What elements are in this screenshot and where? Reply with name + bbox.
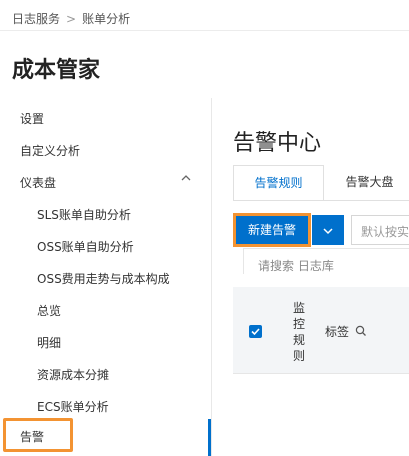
sidebar-item-dashboard[interactable]: 仪表盘: [0, 166, 205, 196]
header-divider: [0, 30, 409, 31]
sidebar-item-label: OSS费用走势与成本构成: [37, 272, 170, 286]
column-char: 规: [292, 333, 305, 347]
search-icon[interactable]: [355, 325, 367, 340]
sidebar-item-label: 设置: [20, 112, 45, 126]
sidebar-item-oss-bill[interactable]: OSS账单自助分析: [0, 230, 205, 260]
page-title: 告警中心: [233, 131, 322, 156]
sidebar-item-label: SLS账单自助分析: [37, 208, 131, 222]
column-char: 控: [292, 317, 305, 331]
tab-underline: [233, 200, 409, 201]
sidebar-alert-highlight: [3, 418, 73, 452]
check-icon: [251, 328, 260, 336]
sidebar-item-label: 自定义分析: [20, 144, 81, 158]
sidebar-item-label: 总览: [37, 304, 62, 318]
new-alert-highlight: [233, 213, 311, 247]
select-all-checkbox[interactable]: [249, 325, 262, 338]
app-title: 成本管家: [12, 58, 101, 83]
sidebar-item-resource-cost[interactable]: 资源成本分摊: [0, 358, 205, 388]
sidebar-item-settings[interactable]: 设置: [0, 102, 205, 132]
column-header-label: 标签: [325, 325, 350, 339]
column-header-monitor-rule: 监 控 规 则: [292, 300, 306, 364]
sidebar-item-custom-analysis[interactable]: 自定义分析: [0, 134, 205, 164]
sidebar-active-indicator: [208, 419, 211, 456]
column-char: 监: [292, 301, 305, 315]
sidebar-item-label: ECS账单分析: [37, 400, 109, 414]
breadcrumb: 日志服务 > 账单分析: [12, 10, 130, 27]
chevron-up-icon[interactable]: [180, 172, 192, 187]
sidebar-item-oss-cost-trend[interactable]: OSS费用走势与成本构成: [0, 262, 205, 292]
logstore-search-hint[interactable]: 请搜索 日志库: [243, 248, 409, 274]
sidebar-item-sls-bill[interactable]: SLS账单自助分析: [0, 198, 205, 228]
breadcrumb-current: 账单分析: [82, 12, 131, 26]
tab-alert-dashboard[interactable]: 告警大盘: [330, 165, 409, 201]
sidebar-item-label: 明细: [37, 336, 62, 350]
sidebar-item-label: OSS账单自助分析: [37, 240, 134, 254]
sidebar-item-details[interactable]: 明细: [0, 326, 205, 356]
search-input[interactable]: 默认按实: [351, 215, 409, 245]
sidebar-item-label: 仪表盘: [20, 176, 57, 190]
column-header-tags: 标签: [325, 323, 367, 340]
breadcrumb-separator: >: [66, 12, 77, 26]
new-alert-dropdown-button[interactable]: [312, 215, 344, 245]
breadcrumb-root[interactable]: 日志服务: [12, 12, 60, 26]
tab-alert-rules[interactable]: 告警规则: [233, 165, 324, 201]
chevron-down-icon: [322, 220, 334, 239]
sidebar-item-ecs-bill[interactable]: ECS账单分析: [0, 390, 205, 420]
sidebar-divider: [211, 98, 212, 456]
column-char: 则: [292, 349, 305, 363]
sidebar-item-label: 资源成本分摊: [37, 368, 110, 382]
sidebar-item-overview[interactable]: 总览: [0, 294, 205, 324]
